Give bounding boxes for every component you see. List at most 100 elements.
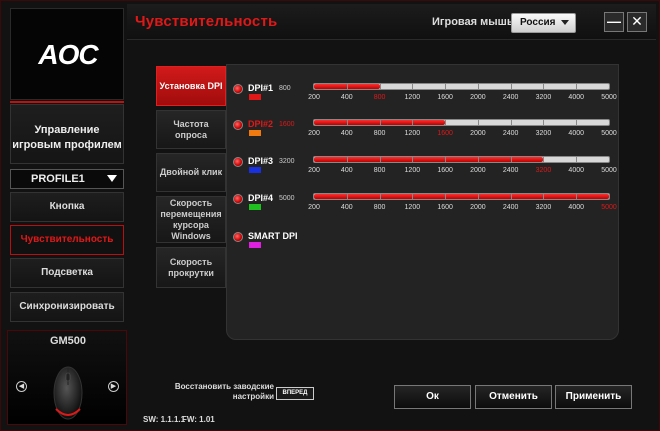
- dpi-tick-label: 5000: [601, 167, 617, 174]
- dpi-value: 1600: [279, 121, 295, 128]
- tab-double-click[interactable]: Двойной клик: [156, 153, 226, 192]
- dpi-tick-label: 2000: [470, 94, 486, 101]
- dpi-slider[interactable]: [313, 156, 610, 163]
- slider-tick: [543, 194, 545, 199]
- slider-tick: [346, 120, 348, 125]
- dpi-value: 5000: [279, 195, 295, 202]
- ok-button[interactable]: Ок: [394, 385, 471, 409]
- dpi-tick-label: 3200: [535, 167, 552, 174]
- slider-tick: [477, 84, 479, 89]
- dpi-slider[interactable]: [313, 119, 610, 126]
- dpi-tick-label: 800: [373, 204, 386, 211]
- slider-tick: [412, 194, 414, 199]
- chevron-left-icon[interactable]: ◀: [16, 381, 27, 392]
- tab-dpi-setup[interactable]: Установка DPI: [156, 66, 226, 106]
- dpi-tick-label: 2000: [470, 130, 486, 137]
- dpi-row-4: DPI#4 5000 200 400 800 1200 1600 2000 2400 3200 40…: [233, 193, 617, 223]
- dpi-color-swatch[interactable]: [249, 167, 261, 173]
- dpi-tick-label: 4000: [568, 204, 585, 211]
- close-button[interactable]: ✕: [627, 12, 647, 32]
- divider: [10, 101, 124, 103]
- tab-scroll-speed[interactable]: Скорость прокрутки: [156, 247, 226, 288]
- sidebar-item-button[interactable]: Кнопка: [10, 192, 124, 222]
- dpi-radio[interactable]: [233, 84, 243, 94]
- sidebar-item-sync[interactable]: Синхронизировать: [10, 292, 124, 322]
- dpi-tick-label: 5000: [601, 130, 617, 137]
- dpi-tick-label: 1600: [437, 94, 453, 101]
- dpi-tick-label: 800: [373, 94, 386, 101]
- dpi-radio[interactable]: [233, 194, 243, 204]
- smart-dpi-color-swatch[interactable]: [249, 242, 261, 248]
- dpi-tick-label: 200: [308, 204, 320, 211]
- profile-management-button[interactable]: Управление игровым профилем: [10, 104, 124, 164]
- dpi-tick-label: 3200: [535, 204, 552, 211]
- dpi-radio[interactable]: [233, 120, 243, 130]
- slider-tick: [346, 157, 348, 162]
- dpi-value: 3200: [279, 158, 295, 165]
- reset-defaults-button[interactable]: ВПЕРЕД: [276, 387, 314, 400]
- dpi-slider[interactable]: [313, 83, 610, 90]
- dpi-tick-label: 2000: [470, 204, 486, 211]
- dpi-slider[interactable]: [313, 193, 610, 200]
- dpi-tick-label: 3200: [535, 94, 552, 101]
- dpi-tick-label: 200: [308, 94, 320, 101]
- dpi-tick-label: 800: [373, 167, 386, 174]
- tab-label: Частота опроса: [173, 118, 209, 140]
- dpi-tick-label: 2400: [502, 130, 519, 137]
- slider-tick: [445, 84, 447, 89]
- slider-tick: [543, 120, 545, 125]
- dpi-tick-label: 2400: [502, 204, 519, 211]
- minimize-button[interactable]: —: [604, 12, 624, 32]
- tab-label: Скорость перемещения курсора Windows: [160, 197, 222, 241]
- dpi-row-2: DPI#2 1600 200 400 800 1200 1600 2000 2400 3200 40…: [233, 119, 617, 149]
- dpi-color-swatch[interactable]: [249, 204, 261, 210]
- dpi-label: DPI#4: [248, 193, 274, 203]
- slider-tick: [445, 157, 447, 162]
- slider-tick: [477, 194, 479, 199]
- slider-tick: [379, 157, 381, 162]
- dpi-tick-label: 4000: [568, 130, 585, 137]
- dpi-tick-label: 2000: [470, 167, 486, 174]
- dpi-tick-label: 1200: [404, 94, 421, 101]
- dpi-label: DPI#2: [248, 119, 274, 129]
- dpi-slider-fill: [314, 157, 544, 162]
- dpi-label: DPI#3: [248, 156, 274, 166]
- dpi-tick-label: 1600: [437, 204, 453, 211]
- cancel-button[interactable]: Отменить: [475, 385, 552, 409]
- smart-dpi-radio[interactable]: [233, 232, 243, 242]
- profile-select[interactable]: PROFILE1: [10, 169, 124, 189]
- minus-icon: —: [607, 13, 621, 29]
- slider-tick: [346, 194, 348, 199]
- slider-tick: [576, 157, 578, 162]
- tab-label: Установка DPI: [159, 80, 223, 91]
- tab-windows-cursor-speed[interactable]: Скорость перемещения курсора Windows: [156, 196, 226, 243]
- slider-tick: [477, 157, 479, 162]
- chevron-right-icon[interactable]: ▶: [108, 381, 119, 392]
- apply-button[interactable]: Применить: [555, 385, 632, 409]
- slider-tick: [510, 120, 512, 125]
- dpi-tick-label: 2400: [502, 94, 519, 101]
- chevron-down-icon: [561, 20, 569, 25]
- dpi-tick-label: 2400: [502, 167, 519, 174]
- dpi-tick-label: 4000: [568, 167, 585, 174]
- dpi-color-swatch[interactable]: [249, 94, 261, 100]
- language-select[interactable]: Россия: [511, 13, 576, 33]
- dpi-color-swatch[interactable]: [249, 130, 261, 136]
- sidebar-item-sensitivity[interactable]: Чувствительность: [10, 225, 124, 255]
- reset-defaults-label: Восстановить заводские настройки: [174, 382, 274, 401]
- dpi-tick-label: 5000: [601, 94, 617, 101]
- slider-tick: [510, 157, 512, 162]
- dpi-tick-label: 800: [373, 130, 386, 137]
- dpi-radio[interactable]: [233, 157, 243, 167]
- tab-polling-rate[interactable]: Частота опроса: [156, 110, 226, 149]
- slider-tick: [576, 194, 578, 199]
- slider-tick: [379, 84, 381, 89]
- dpi-row-1: DPI#1 800 200 400 800 1200 1600 2000 2400 3200 400…: [233, 83, 617, 113]
- smart-dpi-row[interactable]: SMART DPI: [233, 231, 353, 251]
- sidebar-item-lighting[interactable]: Подсветка: [10, 258, 124, 288]
- slider-tick: [543, 157, 545, 162]
- firmware-version: FW: 1.01: [182, 415, 215, 424]
- dpi-tick-label: 1600: [437, 167, 453, 174]
- dpi-tick-label: 200: [308, 167, 320, 174]
- software-version: SW: 1.1.1.1: [143, 415, 186, 424]
